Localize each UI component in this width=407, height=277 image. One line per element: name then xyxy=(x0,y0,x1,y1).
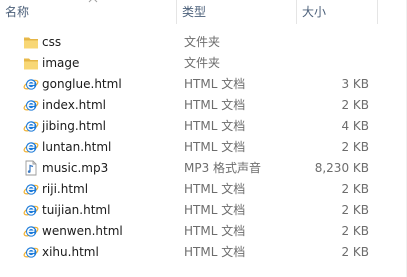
column-header-bar: 名称 类型 大小 xyxy=(0,0,407,24)
column-header-type[interactable]: 类型 xyxy=(182,0,296,24)
file-type: HTML 文档 xyxy=(184,119,246,133)
file-row[interactable]: image 文件夹 xyxy=(0,53,407,74)
column-divider[interactable] xyxy=(377,0,378,24)
file-type: HTML 文档 xyxy=(184,203,246,217)
folder-icon xyxy=(23,55,39,71)
file-name: css xyxy=(42,35,62,49)
file-name: index.html xyxy=(42,98,106,112)
file-name: xihu.html xyxy=(42,245,99,259)
file-size: 8,230 KB xyxy=(314,161,369,175)
ie-html-icon xyxy=(23,76,39,92)
ie-html-icon xyxy=(23,202,39,218)
file-size: 2 KB xyxy=(341,182,369,196)
file-size: 4 KB xyxy=(341,119,369,133)
file-name: music.mp3 xyxy=(42,161,109,175)
audio-file-icon xyxy=(23,160,39,176)
file-size: 3 KB xyxy=(341,77,369,91)
file-row[interactable]: luntan.html HTML 文档 2 KB xyxy=(0,137,407,158)
file-name: jibing.html xyxy=(42,119,106,133)
ie-html-icon xyxy=(23,181,39,197)
file-type: HTML 文档 xyxy=(184,182,246,196)
file-type: HTML 文档 xyxy=(184,98,246,112)
ie-html-icon xyxy=(23,139,39,155)
file-type: 文件夹 xyxy=(184,35,221,49)
file-row[interactable]: jibing.html HTML 文档 4 KB xyxy=(0,116,407,137)
file-size: 2 KB xyxy=(341,98,369,112)
file-size: 2 KB xyxy=(341,203,369,217)
file-type: HTML 文档 xyxy=(184,245,246,259)
file-type: HTML 文档 xyxy=(184,140,246,154)
file-size: 2 KB xyxy=(341,245,369,259)
file-row[interactable]: css 文件夹 xyxy=(0,32,407,53)
column-header-name[interactable]: 名称 xyxy=(5,0,176,24)
file-row[interactable]: gonglue.html HTML 文档 3 KB xyxy=(0,74,407,95)
file-name: tuijian.html xyxy=(42,203,111,217)
file-list: css 文件夹 image 文件夹 gonglue.html HTML 文档 3 KB ind… xyxy=(0,32,407,263)
file-size: 2 KB xyxy=(341,140,369,154)
ie-html-icon xyxy=(23,97,39,113)
ie-html-icon xyxy=(23,118,39,134)
file-size: 2 KB xyxy=(341,224,369,238)
file-name: luntan.html xyxy=(42,140,112,154)
file-row[interactable]: music.mp3 MP3 格式声音 8,230 KB xyxy=(0,158,407,179)
file-row[interactable]: xihu.html HTML 文档 2 KB xyxy=(0,242,407,263)
file-name: image xyxy=(42,56,80,70)
ie-html-icon xyxy=(23,223,39,239)
file-type: HTML 文档 xyxy=(184,77,246,91)
file-explorer-window: 名称 类型 大小 css 文件夹 image 文件夹 gonglue.html HTML … xyxy=(0,0,407,277)
file-row[interactable]: wenwen.html HTML 文档 2 KB xyxy=(0,221,407,242)
column-header-size[interactable]: 大小 xyxy=(302,0,374,24)
file-row[interactable]: riji.html HTML 文档 2 KB xyxy=(0,179,407,200)
file-row[interactable]: index.html HTML 文档 2 KB xyxy=(0,95,407,116)
column-divider[interactable] xyxy=(176,0,177,24)
file-type: MP3 格式声音 xyxy=(184,161,262,175)
file-name: wenwen.html xyxy=(42,224,123,238)
column-divider[interactable] xyxy=(296,0,297,24)
file-type: HTML 文档 xyxy=(184,224,246,238)
file-name: gonglue.html xyxy=(42,77,122,91)
folder-icon xyxy=(23,34,39,50)
file-row[interactable]: tuijian.html HTML 文档 2 KB xyxy=(0,200,407,221)
file-name: riji.html xyxy=(42,182,89,196)
file-type: 文件夹 xyxy=(184,56,221,70)
ie-html-icon xyxy=(23,244,39,260)
